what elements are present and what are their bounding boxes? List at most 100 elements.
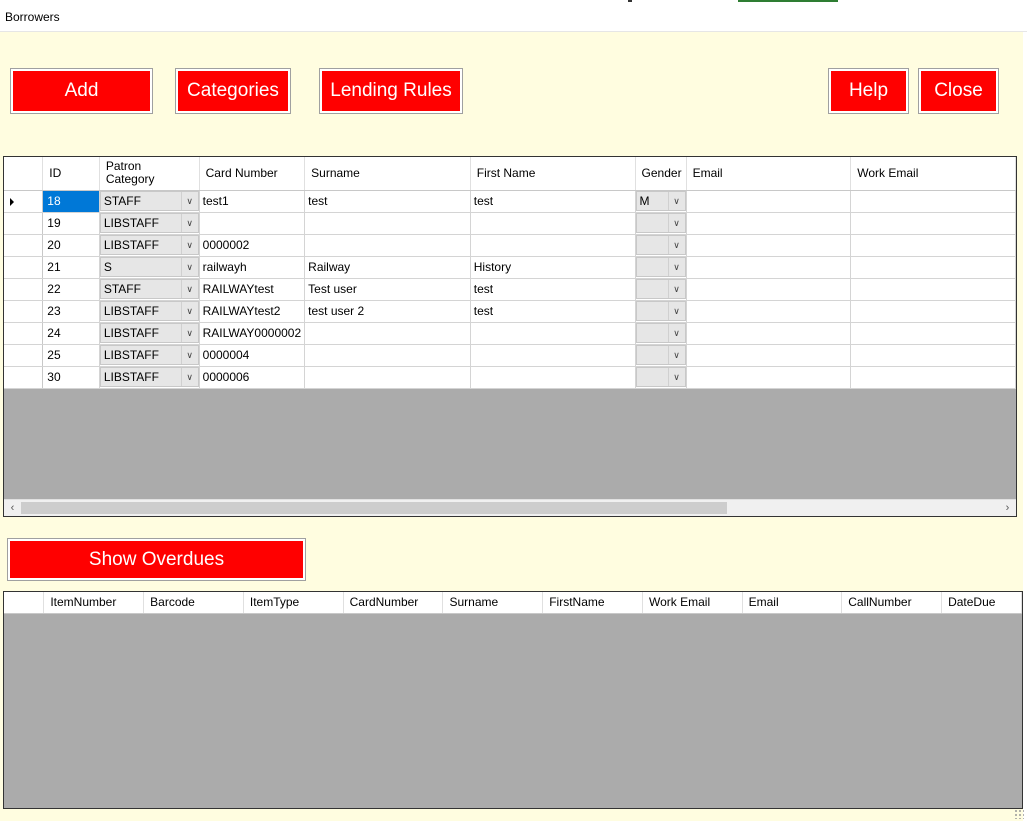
- gender-dropdown[interactable]: ∨: [635, 345, 686, 365]
- col-header-email[interactable]: Email: [742, 592, 843, 614]
- cell-card-number[interactable]: railwayh: [199, 256, 306, 279]
- chevron-down-icon[interactable]: ∨: [180, 214, 198, 232]
- cell-card-number[interactable]: 0000002: [199, 234, 306, 257]
- col-header-call-number[interactable]: CallNumber: [841, 592, 943, 614]
- cell-gender-combo[interactable]: ∨: [635, 256, 687, 279]
- row-header[interactable]: [4, 190, 44, 213]
- patron-category-dropdown[interactable]: STAFF ∨: [99, 279, 199, 299]
- cell-gender-combo[interactable]: ∨: [635, 278, 687, 301]
- chevron-down-icon[interactable]: ∨: [180, 258, 198, 276]
- lending-rules-button[interactable]: Lending Rules: [319, 68, 463, 114]
- help-button[interactable]: Help: [828, 68, 909, 114]
- chevron-down-icon[interactable]: ∨: [667, 280, 685, 298]
- row-header[interactable]: [4, 300, 44, 323]
- gender-dropdown[interactable]: ∨: [635, 213, 686, 233]
- cell-email[interactable]: [686, 278, 852, 301]
- cell-email[interactable]: [686, 234, 852, 257]
- cell-card-number[interactable]: 0000006: [199, 366, 306, 389]
- chevron-down-icon[interactable]: ∨: [667, 214, 685, 232]
- row-header[interactable]: [4, 212, 44, 235]
- table-row[interactable]: 18 STAFF ∨ test1 test test M ∨: [4, 190, 1016, 213]
- chevron-down-icon[interactable]: ∨: [180, 236, 198, 254]
- table-row[interactable]: 21 S ∨ railwayh Railway History ∨: [4, 256, 1016, 279]
- cell-first-name[interactable]: [470, 234, 636, 257]
- cell-gender-combo[interactable]: ∨: [635, 300, 687, 323]
- chevron-down-icon[interactable]: ∨: [667, 302, 685, 320]
- cell-email[interactable]: [686, 322, 852, 345]
- cell-id[interactable]: 23: [42, 300, 100, 323]
- cell-card-number[interactable]: test1: [199, 190, 306, 213]
- cell-card-number[interactable]: RAILWAYtest: [199, 278, 306, 301]
- col-header-first-name[interactable]: First Name: [470, 157, 636, 191]
- cell-surname[interactable]: [304, 234, 471, 257]
- cell-first-name[interactable]: test: [470, 190, 636, 213]
- col-header-id[interactable]: ID: [42, 157, 100, 191]
- gender-dropdown[interactable]: ∨: [635, 257, 686, 277]
- gender-dropdown[interactable]: M ∨: [635, 191, 686, 211]
- cell-work-email[interactable]: [850, 300, 1016, 323]
- patron-category-dropdown[interactable]: LIBSTAFF ∨: [99, 235, 199, 255]
- cell-card-number[interactable]: 0000004: [199, 344, 306, 367]
- patron-category-dropdown[interactable]: LIBSTAFF ∨: [99, 213, 199, 233]
- cell-email[interactable]: [686, 300, 852, 323]
- cell-surname[interactable]: [304, 366, 471, 389]
- close-button[interactable]: Close: [918, 68, 999, 114]
- table-row[interactable]: 23 LIBSTAFF ∨ RAILWAYtest2 test user 2 test ∨: [4, 300, 1016, 323]
- cell-surname[interactable]: [304, 344, 471, 367]
- horizontal-scrollbar[interactable]: ‹ ›: [4, 499, 1016, 516]
- cell-first-name[interactable]: [470, 344, 636, 367]
- scroll-right-icon[interactable]: ›: [999, 500, 1016, 516]
- row-header[interactable]: [4, 256, 44, 279]
- cell-gender-combo[interactable]: ∨: [635, 344, 687, 367]
- col-header-item-type[interactable]: ItemType: [243, 592, 344, 614]
- cell-first-name[interactable]: [470, 212, 636, 235]
- patron-category-dropdown[interactable]: S ∨: [99, 257, 199, 277]
- scroll-thumb[interactable]: [21, 502, 727, 514]
- cell-gender-combo[interactable]: ∨: [635, 322, 687, 345]
- col-header-date-due[interactable]: DateDue: [941, 592, 1022, 614]
- cell-work-email[interactable]: [850, 344, 1016, 367]
- patron-category-dropdown[interactable]: STAFF ∨: [99, 191, 199, 211]
- resize-grip-icon[interactable]: [1014, 809, 1024, 819]
- cell-gender-combo[interactable]: ∨: [635, 212, 687, 235]
- patron-category-dropdown[interactable]: LIBSTAFF ∨: [99, 301, 199, 321]
- cell-patron-category-combo[interactable]: STAFF ∨: [99, 278, 200, 301]
- chevron-down-icon[interactable]: ∨: [180, 192, 198, 210]
- gender-dropdown[interactable]: ∨: [635, 279, 686, 299]
- row-header[interactable]: [4, 234, 44, 257]
- col-header-work-email[interactable]: Work Email: [850, 157, 1016, 191]
- gender-dropdown[interactable]: ∨: [635, 301, 686, 321]
- chevron-down-icon[interactable]: ∨: [667, 368, 685, 386]
- cell-card-number[interactable]: RAILWAY0000002: [199, 322, 306, 345]
- cell-first-name[interactable]: History: [470, 256, 636, 279]
- col-header-barcode[interactable]: Barcode: [143, 592, 244, 614]
- cell-work-email[interactable]: [850, 234, 1016, 257]
- row-header[interactable]: [4, 278, 44, 301]
- table-row[interactable]: 30 LIBSTAFF ∨ 0000006 ∨: [4, 366, 1016, 389]
- chevron-down-icon[interactable]: ∨: [667, 236, 685, 254]
- cell-id[interactable]: 18: [42, 190, 100, 213]
- cell-gender-combo[interactable]: M ∨: [635, 190, 687, 213]
- row-header[interactable]: [4, 366, 44, 389]
- col-header-item-number[interactable]: ItemNumber: [43, 592, 145, 614]
- chevron-down-icon[interactable]: ∨: [667, 258, 685, 276]
- cell-id[interactable]: 24: [42, 322, 100, 345]
- cell-patron-category-combo[interactable]: LIBSTAFF ∨: [99, 212, 200, 235]
- cell-id[interactable]: 21: [42, 256, 100, 279]
- patron-category-dropdown[interactable]: LIBSTAFF ∨: [99, 367, 199, 387]
- cell-surname[interactable]: Railway: [304, 256, 471, 279]
- table-row[interactable]: 24 LIBSTAFF ∨ RAILWAY0000002 ∨: [4, 322, 1016, 345]
- cell-work-email[interactable]: [850, 366, 1016, 389]
- cell-patron-category-combo[interactable]: LIBSTAFF ∨: [99, 366, 200, 389]
- cell-id[interactable]: 20: [42, 234, 100, 257]
- table-row[interactable]: 19 LIBSTAFF ∨ ∨: [4, 212, 1016, 235]
- show-overdues-button[interactable]: Show Overdues: [7, 538, 306, 581]
- table-row[interactable]: 22 STAFF ∨ RAILWAYtest Test user test ∨: [4, 278, 1016, 301]
- col-header-patron-category[interactable]: Patron Category: [99, 157, 200, 191]
- cell-patron-category-combo[interactable]: LIBSTAFF ∨: [99, 300, 200, 323]
- scroll-left-icon[interactable]: ‹: [4, 500, 21, 516]
- cell-id[interactable]: 25: [42, 344, 100, 367]
- cell-surname[interactable]: Test user: [304, 278, 471, 301]
- col-header-card-number[interactable]: Card Number: [199, 157, 306, 191]
- cell-first-name[interactable]: [470, 366, 636, 389]
